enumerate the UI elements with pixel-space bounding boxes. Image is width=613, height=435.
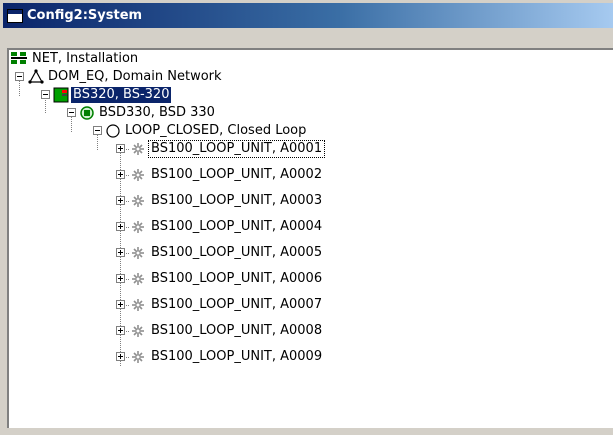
loop-unit-icon <box>132 325 144 337</box>
tree-node-label: BS100_LOOP_UNIT, A0009 <box>151 349 323 364</box>
collapse-toggle[interactable] <box>67 108 76 117</box>
loop-icon <box>106 124 120 138</box>
tree-node-label: BS100_LOOP_UNIT, A0003 <box>151 193 323 208</box>
collapse-toggle[interactable] <box>41 90 50 99</box>
loop-unit-icon <box>132 195 144 207</box>
tree-node-label: BS100_LOOP_UNIT, A0007 <box>151 297 323 312</box>
tree-connector <box>19 80 20 96</box>
expand-toggle[interactable] <box>116 326 125 335</box>
system-tree[interactable]: NET, Installation DOM_EQ, Domain Network <box>7 48 613 428</box>
tree-node-label: BS100_LOOP_UNIT, A0001 <box>147 140 326 158</box>
tree-node-label: BSD330, BSD 330 <box>99 105 215 120</box>
expand-toggle[interactable] <box>116 144 125 153</box>
tree-node-label: BS100_LOOP_UNIT, A0002 <box>151 167 323 182</box>
controller-icon <box>53 87 69 103</box>
loop-unit-icon <box>132 273 144 285</box>
bsd-icon <box>80 106 94 120</box>
expand-toggle[interactable] <box>116 248 125 257</box>
loop-unit-icon <box>132 221 144 233</box>
expand-toggle[interactable] <box>116 196 125 205</box>
tree-node-label: DOM_EQ, Domain Network <box>48 69 222 84</box>
window-client: NET, Installation DOM_EQ, Domain Network <box>4 29 613 435</box>
expand-toggle[interactable] <box>116 352 125 361</box>
title-bar[interactable]: Config2:System <box>3 3 613 28</box>
tree-node-label: BS100_LOOP_UNIT, A0006 <box>151 271 323 286</box>
tree-node-label: BS320, BS-320 <box>71 87 172 103</box>
collapse-toggle[interactable] <box>93 126 102 135</box>
loop-unit-icon <box>132 299 144 311</box>
expand-toggle[interactable] <box>116 274 125 283</box>
window-title: Config2:System <box>27 8 143 23</box>
loop-unit-icon <box>132 143 144 155</box>
domain-icon <box>28 69 44 84</box>
tree-node-label: LOOP_CLOSED, Closed Loop <box>125 123 307 138</box>
loop-unit-icon <box>132 351 144 363</box>
expand-toggle[interactable] <box>116 170 125 179</box>
collapse-toggle[interactable] <box>15 72 24 81</box>
tree-connector <box>97 134 98 150</box>
expand-toggle[interactable] <box>116 222 125 231</box>
tree-connector <box>71 116 72 132</box>
loop-unit-icon <box>132 247 144 259</box>
network-icon <box>11 52 27 64</box>
tree-node-label: BS100_LOOP_UNIT, A0005 <box>151 245 323 260</box>
tree-node-label: NET, Installation <box>32 51 139 66</box>
config-window: Config2:System NET, Installation DOM_EQ,… <box>0 0 613 435</box>
window-icon <box>7 8 23 23</box>
loop-unit-icon <box>132 169 144 181</box>
tree-connector <box>45 97 46 113</box>
tree-node-label: BS100_LOOP_UNIT, A0004 <box>151 219 323 234</box>
tree-node-label: BS100_LOOP_UNIT, A0008 <box>151 323 323 338</box>
expand-toggle[interactable] <box>116 300 125 309</box>
